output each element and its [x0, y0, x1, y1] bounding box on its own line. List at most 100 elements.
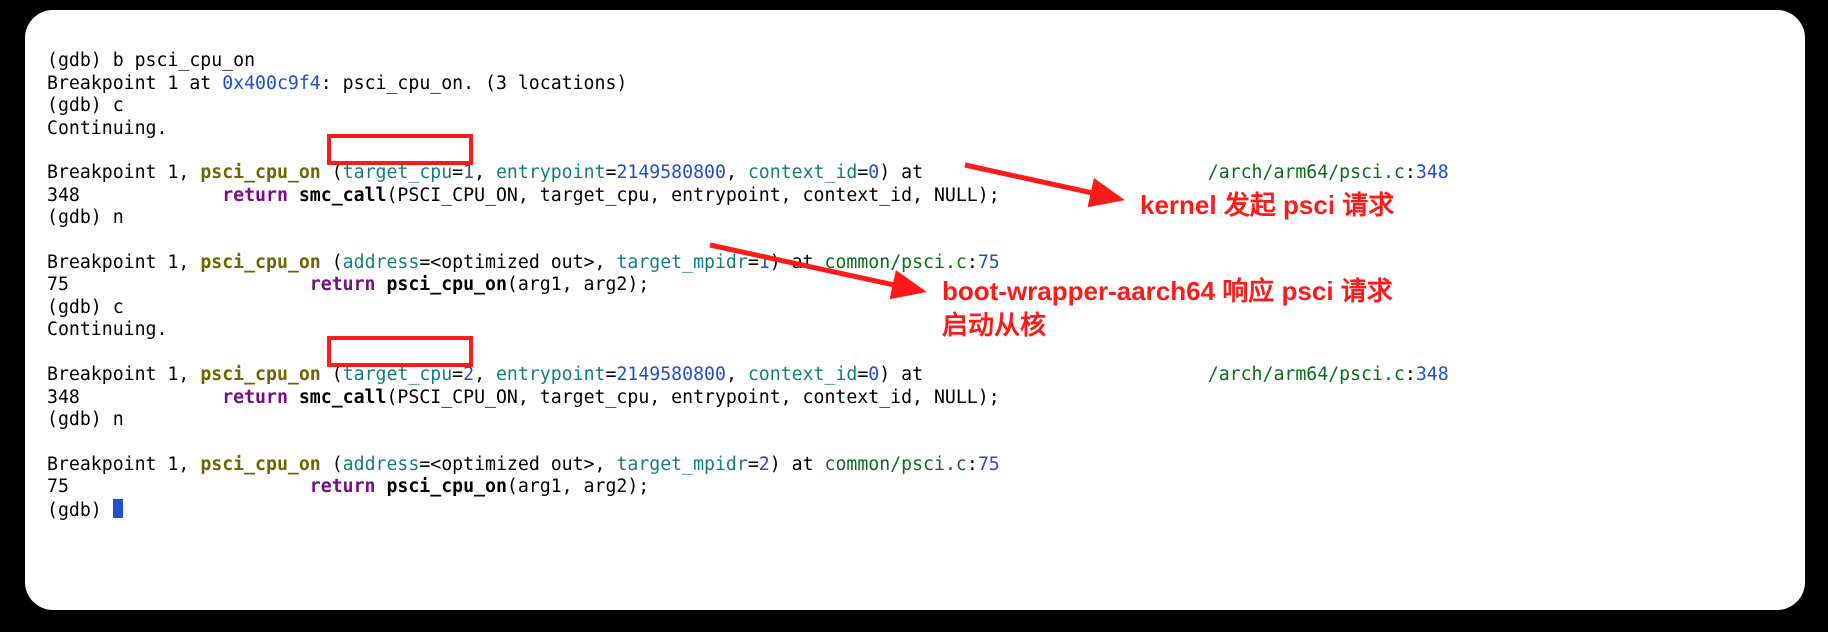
- param-target-cpu: target_cpu: [343, 162, 453, 183]
- gdb-text: : psci_cpu_on. (3 locations): [321, 73, 628, 94]
- line-num: 348: [47, 185, 222, 206]
- file-path: /arch/arm64/psci.c: [1208, 364, 1405, 385]
- colon: :: [967, 252, 978, 273]
- function-call: psci_cpu_on: [386, 476, 506, 497]
- gdb-text: Breakpoint 1,: [47, 162, 200, 183]
- line-num: 75: [47, 274, 310, 295]
- space: [288, 185, 299, 206]
- keyword-return: return: [222, 185, 288, 206]
- gdb-text: ) at: [879, 364, 934, 385]
- gdb-command: n: [113, 409, 124, 430]
- space: [376, 476, 387, 497]
- file-path: common/psci.c: [825, 454, 967, 475]
- param-context-id: context_id: [748, 364, 858, 385]
- eq: =: [748, 454, 759, 475]
- gdb-command: c: [113, 297, 124, 318]
- gdb-command: b psci_cpu_on: [113, 50, 255, 71]
- gdb-command: n: [113, 207, 124, 228]
- gdb-text: (: [321, 162, 343, 183]
- gdb-text: (: [321, 252, 343, 273]
- function-call: smc_call: [299, 387, 387, 408]
- eq: =: [857, 162, 868, 183]
- line-num: 348: [47, 387, 222, 408]
- function-name: psci_cpu_on: [200, 454, 320, 475]
- address: 0x400c9f4: [222, 73, 321, 94]
- comma: ,: [474, 162, 496, 183]
- gdb-text: Breakpoint 1 at: [47, 73, 222, 94]
- eq: =: [857, 364, 868, 385]
- param-entrypoint: entrypoint: [496, 162, 606, 183]
- annotation-boot-wrapper: boot-wrapper-aarch64 响应 psci 请求 启动从核: [942, 274, 1393, 342]
- gdb-text: (: [321, 364, 343, 385]
- param-context-id: context_id: [748, 162, 858, 183]
- args: (PSCI_CPU_ON, target_cpu, entrypoint, co…: [386, 185, 999, 206]
- file-path: /arch/arm64/psci.c: [1208, 162, 1405, 183]
- gdb-command: c: [113, 95, 124, 116]
- annotation-kernel-psci: kernel 发起 psci 请求: [1140, 188, 1394, 222]
- eq: =: [605, 364, 616, 385]
- function-call: smc_call: [299, 185, 387, 206]
- value: 2149580800: [616, 364, 726, 385]
- param-target-cpu: target_cpu: [343, 364, 453, 385]
- line-number: 348: [1416, 364, 1449, 385]
- gdb-text: ) at: [770, 252, 825, 273]
- comma: ,: [726, 162, 748, 183]
- eq: =: [748, 252, 759, 273]
- gdb-prompt[interactable]: (gdb): [47, 207, 113, 228]
- function-call: psci_cpu_on: [386, 274, 506, 295]
- colon: :: [1405, 162, 1416, 183]
- param-target-mpidr: target_mpidr: [616, 454, 747, 475]
- keyword-return: return: [310, 274, 376, 295]
- value: 2: [759, 454, 770, 475]
- line-number: 75: [978, 454, 1000, 475]
- gdb-output: (gdb) b psci_cpu_on Breakpoint 1 at 0x40…: [47, 28, 1783, 522]
- eq: =: [452, 162, 463, 183]
- gdb-text: Continuing.: [47, 319, 167, 340]
- colon: :: [1405, 364, 1416, 385]
- value: 0: [868, 364, 879, 385]
- gdb-prompt[interactable]: (gdb): [47, 297, 113, 318]
- comma: ,: [726, 364, 748, 385]
- gdb-text: Breakpoint 1,: [47, 252, 200, 273]
- line-number: 75: [978, 252, 1000, 273]
- function-name: psci_cpu_on: [200, 162, 320, 183]
- gdb-text: Breakpoint 1,: [47, 364, 200, 385]
- value: 2149580800: [616, 162, 726, 183]
- cursor-icon: [113, 499, 123, 518]
- args: (arg1, arg2);: [507, 476, 649, 497]
- gdb-text: Continuing.: [47, 118, 167, 139]
- gdb-text: (: [321, 454, 343, 475]
- param-target-mpidr: target_mpidr: [616, 252, 747, 273]
- value: 1: [463, 162, 474, 183]
- keyword-return: return: [310, 476, 376, 497]
- function-name: psci_cpu_on: [200, 252, 320, 273]
- gdb-prompt[interactable]: (gdb): [47, 500, 113, 521]
- param-address: address: [343, 252, 420, 273]
- terminal-window: (gdb) b psci_cpu_on Breakpoint 1 at 0x40…: [25, 10, 1805, 610]
- param-address: address: [343, 454, 420, 475]
- args: (arg1, arg2);: [507, 274, 649, 295]
- keyword-return: return: [222, 387, 288, 408]
- space: [376, 274, 387, 295]
- line-num: 75: [47, 476, 310, 497]
- value: 0: [868, 162, 879, 183]
- file-path: common/psci.c: [825, 252, 967, 273]
- gdb-text: ) at: [770, 454, 825, 475]
- eq: =: [605, 162, 616, 183]
- gdb-prompt[interactable]: (gdb): [47, 95, 113, 116]
- eq: =<optimized out>,: [419, 454, 616, 475]
- value: 2: [463, 364, 474, 385]
- line-number: 348: [1416, 162, 1449, 183]
- param-entrypoint: entrypoint: [496, 364, 606, 385]
- gdb-prompt[interactable]: (gdb): [47, 409, 113, 430]
- space: [288, 387, 299, 408]
- gdb-text: Breakpoint 1,: [47, 454, 200, 475]
- value: 1: [759, 252, 770, 273]
- gdb-text: ) at: [879, 162, 934, 183]
- function-name: psci_cpu_on: [200, 364, 320, 385]
- gdb-prompt[interactable]: (gdb): [47, 50, 113, 71]
- eq: =: [452, 364, 463, 385]
- eq: =<optimized out>,: [419, 252, 616, 273]
- colon: :: [967, 454, 978, 475]
- args: (PSCI_CPU_ON, target_cpu, entrypoint, co…: [386, 387, 999, 408]
